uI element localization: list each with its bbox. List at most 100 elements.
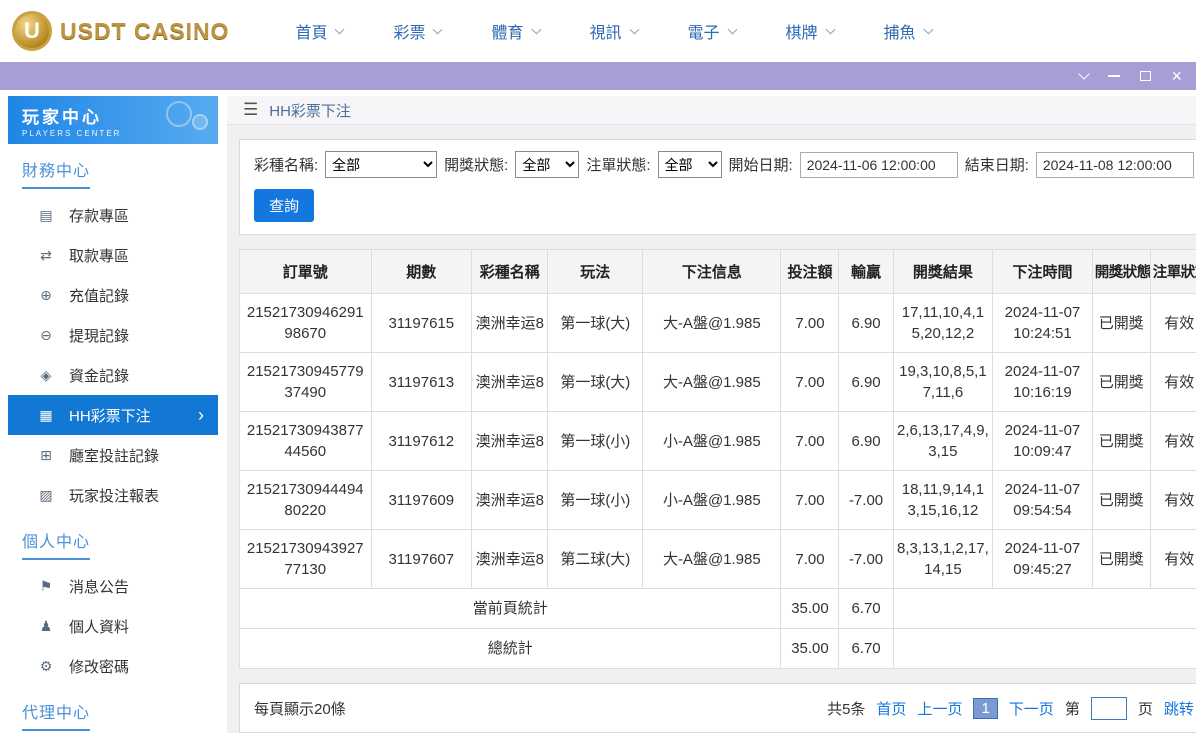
- cell-bet-info: 小-A盤@1.985: [642, 411, 782, 471]
- sidebar-item-deposit[interactable]: ▤ 存款專區: [8, 195, 218, 235]
- lottery-icon: ▦: [39, 406, 53, 423]
- cell-play: 第一球(大): [547, 352, 644, 412]
- cell-amount: 7.00: [780, 293, 840, 353]
- col-draw-status: 開獎狀態: [1091, 249, 1151, 294]
- chip-decoration-icon: [166, 101, 192, 127]
- total-summary-row: 總統計 35.00 6.70: [238, 628, 1196, 669]
- cell-order-status: 有效: [1149, 293, 1196, 353]
- topbar: U USDT CASINO 首頁 彩票 體育 視訊 電子 棋牌 捕魚: [0, 0, 1196, 62]
- col-bet-time: 下注時間: [992, 249, 1093, 294]
- hamburger-icon[interactable]: ☰: [243, 100, 258, 120]
- cell-amount: 7.00: [780, 470, 840, 530]
- brand-logo[interactable]: U USDT CASINO: [12, 11, 229, 51]
- nav-item-home[interactable]: 首頁: [295, 19, 345, 43]
- sidebar-item-announcements[interactable]: ⚑ 消息公告: [8, 566, 218, 606]
- col-draw-result: 開獎結果: [892, 249, 994, 294]
- nav-item-sports[interactable]: 體育: [491, 19, 541, 43]
- draw-status-select[interactable]: 全部: [515, 151, 580, 178]
- cell-play: 第二球(大): [547, 529, 644, 589]
- breadcrumb: ☰ HH彩票下注: [227, 96, 1196, 125]
- cell-period: 31197607: [370, 529, 473, 589]
- summary-empty: [892, 628, 1196, 669]
- hall-icon: ⊞: [40, 446, 52, 463]
- nav-item-chess[interactable]: 棋牌: [786, 19, 835, 43]
- col-lottery-name: 彩種名稱: [471, 249, 549, 294]
- col-bet-amount: 投注額: [780, 249, 840, 294]
- pagination-prev[interactable]: 上一页: [917, 698, 962, 719]
- lottery-name-select[interactable]: 全部: [325, 151, 438, 178]
- sidebar-item-cashout-records[interactable]: ⊖ 提現記錄: [8, 315, 218, 355]
- pagination-jump-button[interactable]: 跳转: [1164, 698, 1194, 719]
- table-row: 2152173094629198670 31197615 澳洲幸运8 第一球(大…: [239, 293, 1196, 353]
- cell-order-status: 有效: [1149, 352, 1196, 412]
- col-order-status: 注單狀態: [1149, 249, 1196, 294]
- search-button[interactable]: 查詢: [254, 189, 315, 222]
- sidebar-item-hh-lottery-bets[interactable]: ▦ HH彩票下注 ›: [8, 395, 218, 435]
- nav-item-video[interactable]: 視訊: [590, 19, 639, 43]
- sidebar-subtitle: PLAYERS CENTER: [22, 129, 122, 138]
- window-maximize-button[interactable]: [1140, 71, 1152, 81]
- cell-result: 2,6,13,17,4,9,3,15: [892, 411, 994, 471]
- cell-order: 2152173094392777130: [239, 529, 372, 589]
- cell-bet-info: 大-A盤@1.985: [642, 352, 782, 412]
- order-status-select[interactable]: 全部: [657, 151, 722, 178]
- summary-label: 總統計: [238, 628, 782, 669]
- pagination-next[interactable]: 下一页: [1009, 698, 1054, 719]
- summary-amount: 35.00: [780, 588, 840, 629]
- window-close-button[interactable]: ×: [1171, 67, 1182, 85]
- gear-icon: ⚙: [39, 657, 53, 674]
- sidebar-item-withdraw[interactable]: ⇄ 取款專區: [8, 235, 218, 275]
- cell-bet-info: 小-A盤@1.985: [642, 470, 782, 530]
- page-size-text: 每頁顯示20條: [254, 700, 346, 718]
- window-shade-icon[interactable]: [1078, 68, 1091, 80]
- cell-winloss: -7.00: [838, 470, 894, 530]
- recharge-icon: ⊕: [40, 286, 52, 303]
- end-date-input[interactable]: [1035, 151, 1194, 178]
- start-date-input[interactable]: [799, 151, 958, 178]
- sidebar-item-recharge-records[interactable]: ⊕ 充值記錄: [8, 275, 218, 315]
- personal-menu: ⚑ 消息公告 ♟ 個人資料 ⚙ 修改密碼: [8, 566, 218, 686]
- cell-period: 31197613: [370, 352, 473, 412]
- cell-order: 2152173094629198670: [239, 293, 372, 353]
- current-page-summary-row: 當前頁統計 35.00 6.70: [238, 588, 1196, 629]
- jump-suffix-label: 页: [1137, 700, 1153, 718]
- sidebar-item-player-bet-report[interactable]: ▨ 玩家投注報表: [8, 475, 218, 515]
- summary-winloss: 6.70: [838, 588, 894, 629]
- chevron-down-icon: [433, 24, 443, 34]
- cell-winloss: 6.90: [838, 352, 894, 412]
- nav-item-fishing[interactable]: 捕魚: [884, 19, 934, 43]
- pagination-bar: 每頁顯示20條 共5条 首页 上一页 1 下一页 第 页 跳转: [239, 683, 1196, 733]
- nav-item-electronic[interactable]: 電子: [688, 19, 737, 43]
- window-minimize-button[interactable]: [1108, 75, 1121, 77]
- chip-decoration-icon: [192, 114, 208, 130]
- window-titlebar: ×: [0, 62, 1196, 90]
- profile-icon: ♟: [39, 617, 53, 634]
- cell-order-status: 有效: [1149, 529, 1196, 589]
- col-bet-info: 下注信息: [642, 249, 782, 294]
- cell-order-status: 有效: [1149, 470, 1196, 530]
- chevron-down-icon: [335, 24, 345, 34]
- table-row: 2152173094392777130 31197607 澳洲幸运8 第二球(大…: [239, 529, 1196, 589]
- nav-item-lottery[interactable]: 彩票: [393, 19, 443, 43]
- sidebar-item-profile[interactable]: ♟ 個人資料: [8, 606, 218, 646]
- sidebar-item-fund-records[interactable]: ◈ 資金記錄: [8, 355, 218, 395]
- sidebar-item-change-password[interactable]: ⚙ 修改密碼: [8, 646, 218, 686]
- summary-winloss: 6.70: [838, 628, 894, 669]
- chevron-down-icon: [531, 24, 541, 34]
- col-winloss: 輸贏: [838, 249, 894, 294]
- cell-result: 8,3,13,1,2,17,14,15: [892, 529, 994, 589]
- order-status-label: 注單狀態:: [586, 157, 651, 174]
- sidebar-item-hall-bet-records[interactable]: ⊞ 廳室投註記錄: [8, 435, 218, 475]
- table-row: 2152173094387744560 31197612 澳洲幸运8 第一球(小…: [239, 411, 1196, 471]
- filter-panel: 彩種名稱: 全部 開獎狀態: 全部 注單狀態: 全部 開始日期: 結束日期:: [239, 139, 1196, 235]
- sidebar-header: 玩家中心 PLAYERS CENTER: [8, 96, 218, 144]
- cell-play: 第一球(大): [547, 293, 644, 353]
- cell-lottery: 澳洲幸运8: [471, 293, 549, 353]
- pagination-current-page[interactable]: 1: [973, 697, 998, 719]
- cell-bet-info: 大-A盤@1.985: [642, 529, 782, 589]
- cell-play: 第一球(小): [547, 470, 644, 530]
- cell-order: 2152173094449480220: [239, 470, 372, 530]
- top-navigation: 首頁 彩票 體育 視訊 電子 棋牌 捕魚: [295, 19, 934, 43]
- page-jump-input[interactable]: [1090, 696, 1127, 720]
- pagination-first[interactable]: 首页: [876, 698, 906, 719]
